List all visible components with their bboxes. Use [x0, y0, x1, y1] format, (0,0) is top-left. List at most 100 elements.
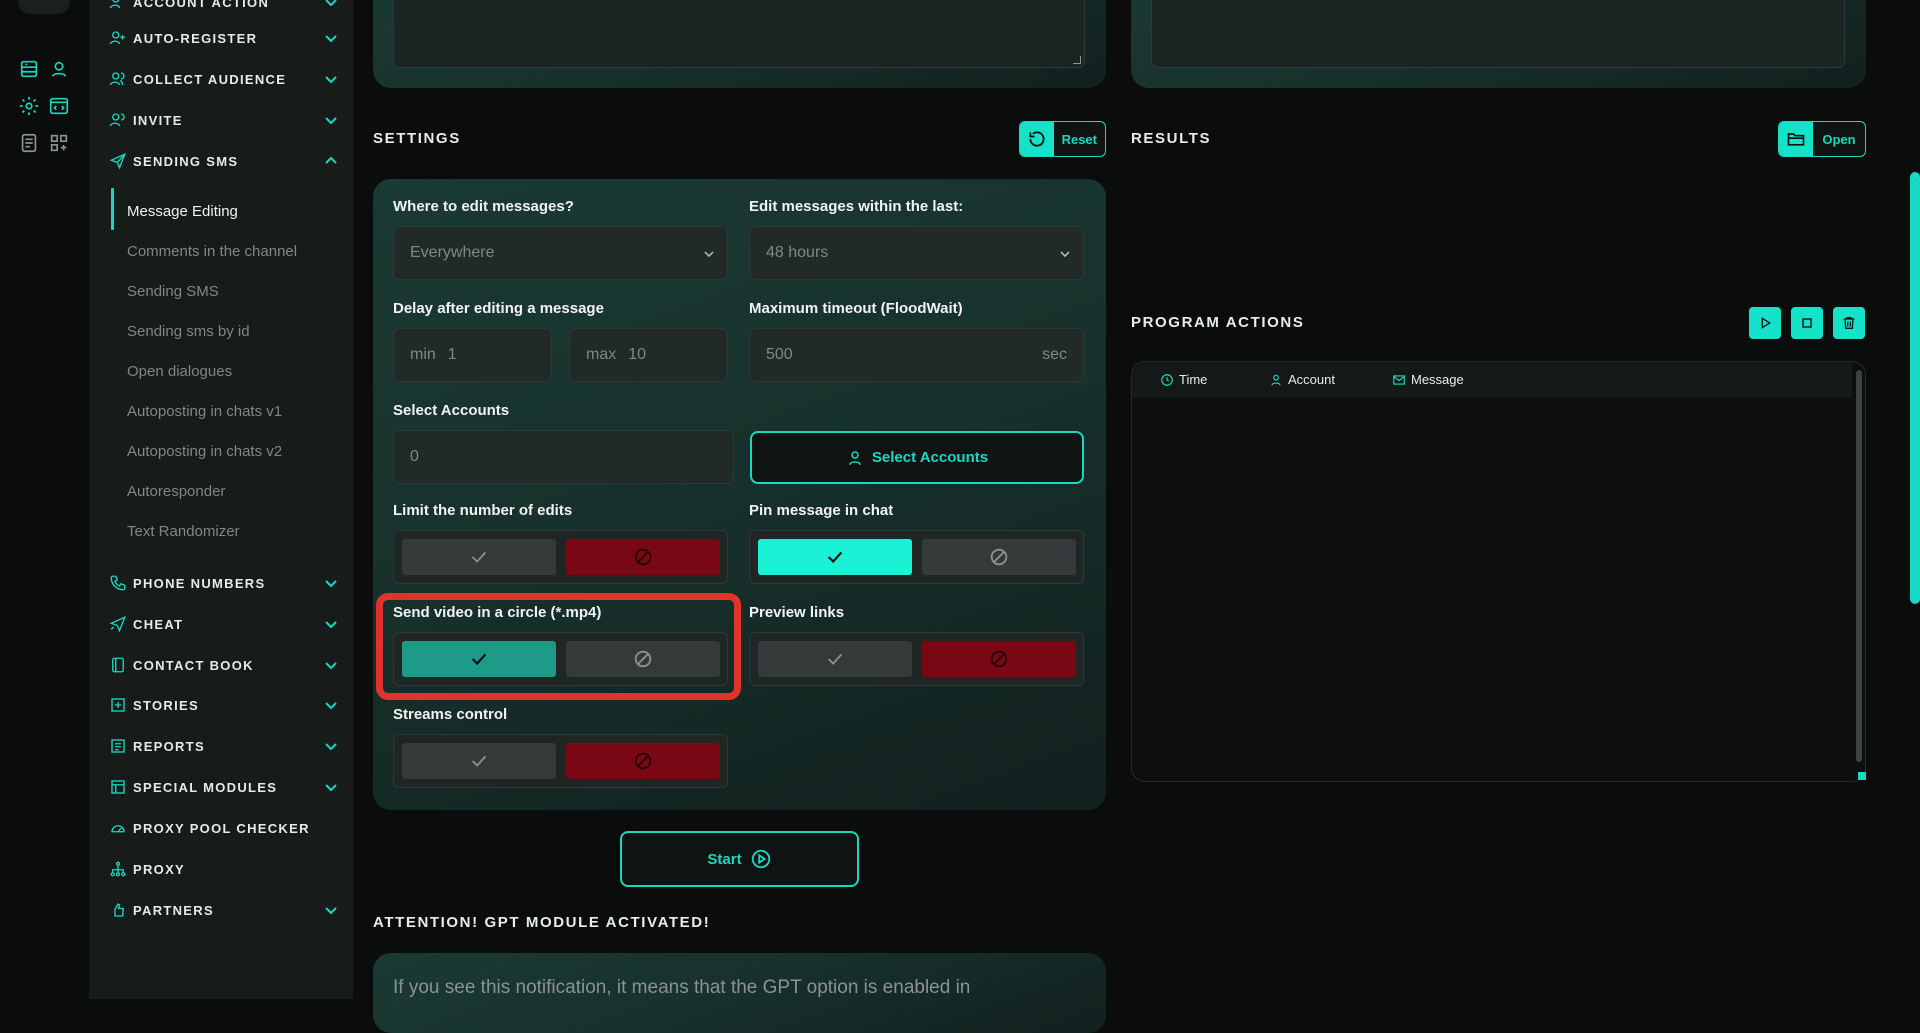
log-resize-handle[interactable]: [1858, 772, 1866, 780]
play-circle-icon: [751, 849, 770, 869]
select-accounts-button[interactable]: Select Accounts: [750, 431, 1084, 484]
video-off-button[interactable]: [566, 641, 720, 677]
timeout-label: Maximum timeout (FloodWait): [749, 300, 963, 317]
top-textarea[interactable]: [1151, 0, 1845, 68]
accounts-count-field[interactable]: 0: [393, 430, 734, 484]
sidebar-item-partners[interactable]: PARTNERS: [109, 898, 339, 922]
sidebar-item-reports[interactable]: REPORTS: [109, 734, 339, 758]
book-icon: [109, 656, 127, 674]
gear-icon[interactable]: [18, 95, 40, 117]
sidebar-item-label: SENDING SMS: [133, 153, 239, 169]
pin-off-button[interactable]: [922, 539, 1076, 575]
check-icon: [827, 551, 843, 564]
sidebar-item-proxy[interactable]: PROXY: [109, 857, 339, 881]
grid-icon[interactable]: [48, 132, 70, 154]
sidebar-item-invite[interactable]: INVITE: [109, 108, 339, 132]
preview-label: Preview links: [749, 604, 845, 621]
limit-toggle: [393, 530, 728, 584]
sidebar-subitem[interactable]: Sending sms by id: [127, 319, 250, 343]
open-button[interactable]: Open: [1778, 121, 1866, 157]
database-icon[interactable]: [18, 58, 40, 80]
col-time[interactable]: Time: [1160, 372, 1207, 387]
user-gear-icon: [109, 0, 127, 11]
app-logo[interactable]: [18, 0, 70, 14]
limit-off-button[interactable]: [566, 539, 720, 575]
sidebar-subitem[interactable]: Autoposting in chats v1: [127, 399, 282, 423]
sidebar-subitem[interactable]: Sending SMS: [127, 279, 219, 303]
log-header: Time Account Message: [1132, 362, 1852, 398]
resize-handle[interactable]: [1073, 56, 1081, 64]
ban-icon: [634, 548, 652, 566]
sidebar-subitem[interactable]: Text Randomizer: [127, 519, 240, 543]
reset-button[interactable]: Reset: [1019, 121, 1106, 157]
streams-on-button[interactable]: [402, 743, 556, 779]
check-icon: [827, 653, 843, 665]
delay-max-input[interactable]: max 10: [569, 328, 728, 382]
sidebar-item-label: CHEAT: [133, 616, 184, 632]
settings-panel: Where to edit messages? Everywhere Edit …: [373, 179, 1106, 810]
report-icon: [109, 737, 127, 755]
active-indicator: [111, 188, 114, 230]
min-value: 1: [447, 346, 457, 363]
delay-min-input[interactable]: min 1: [393, 328, 552, 382]
results-title: RESULTS: [1131, 130, 1212, 147]
code-window-icon[interactable]: [48, 95, 70, 117]
user-icon: [848, 450, 861, 465]
sidebar-subitem[interactable]: Message Editing: [127, 199, 238, 223]
play-button[interactable]: [1749, 307, 1781, 339]
start-button[interactable]: Start: [620, 831, 859, 887]
sidebar-item-sending-sms[interactable]: SENDING SMS: [109, 149, 339, 173]
within-value: 48 hours: [766, 244, 829, 261]
chevron-down-icon: [323, 0, 339, 10]
sidebar-subitem[interactable]: Comments in the channel: [127, 239, 297, 263]
sidebar-item-auto-register[interactable]: AUTO-REGISTER: [109, 26, 339, 50]
sidebar-item-special-modules[interactable]: SPECIAL MODULES: [109, 775, 339, 799]
col-time-label: Time: [1179, 372, 1208, 387]
sidebar-item-phone-numbers[interactable]: PHONE NUMBERS: [109, 571, 339, 595]
video-on-button[interactable]: [402, 641, 556, 677]
results-top-card: [1131, 0, 1866, 88]
accounts-label: Select Accounts: [393, 402, 510, 419]
sidebar-item-label: SPECIAL MODULES: [133, 779, 278, 795]
sidebar-item-account-action[interactable]: ACCOUNT ACTION: [109, 0, 339, 14]
log-scrollbar[interactable]: [1856, 370, 1862, 762]
sidebar-item-cheat[interactable]: CHEAT: [109, 612, 339, 636]
chevron-down-icon: [323, 616, 339, 632]
col-message[interactable]: Message: [1392, 372, 1464, 387]
preview-on-button[interactable]: [758, 641, 912, 677]
sidebar-subitem[interactable]: Autoresponder: [127, 479, 225, 503]
col-account[interactable]: Account: [1269, 372, 1335, 387]
chevron-down-icon: [323, 112, 339, 128]
pin-on-button[interactable]: [758, 539, 912, 575]
chevron-down-icon: [323, 71, 339, 87]
stop-button[interactable]: [1791, 307, 1823, 339]
streams-label: Streams control: [393, 706, 508, 723]
sidebar-item-proxy-pool-checker[interactable]: PROXY POOL CHECKER: [109, 816, 339, 840]
attention-title: ATTENTION! GPT MODULE ACTIVATED!: [373, 914, 711, 931]
page-scrollbar[interactable]: [1910, 172, 1920, 604]
sidebar-item-stories[interactable]: STORIES: [109, 693, 339, 717]
sidebar-item-label: COLLECT AUDIENCE: [133, 71, 287, 87]
sidebar-subitem[interactable]: Autoposting in chats v2: [127, 439, 282, 463]
ban-icon: [634, 752, 652, 770]
sidebar-subitem[interactable]: Open dialogues: [127, 359, 232, 383]
limit-on-button[interactable]: [402, 539, 556, 575]
within-select[interactable]: 48 hours: [749, 226, 1084, 280]
user-circle-icon[interactable]: [48, 58, 70, 80]
sidebar-item-collect-audience[interactable]: COLLECT AUDIENCE: [109, 67, 339, 91]
video-label: Send video in a circle (*.mp4): [393, 604, 602, 621]
where-select[interactable]: Everywhere: [393, 226, 728, 280]
sidebar-item-contact-book[interactable]: CONTACT BOOK: [109, 653, 339, 677]
preview-off-button[interactable]: [922, 641, 1076, 677]
pin-toggle: [749, 530, 1084, 584]
clear-button[interactable]: [1833, 307, 1865, 339]
sidebar-item-label: PROXY: [133, 861, 186, 877]
streams-off-button[interactable]: [566, 743, 720, 779]
timeout-input[interactable]: 500 sec: [749, 328, 1084, 382]
chevron-down-icon: [323, 30, 339, 46]
document-icon[interactable]: [18, 132, 40, 154]
users-invite-icon: [109, 111, 127, 129]
message-textarea[interactable]: [393, 0, 1085, 68]
ban-icon: [990, 650, 1008, 668]
open-label: Open: [1822, 131, 1856, 147]
